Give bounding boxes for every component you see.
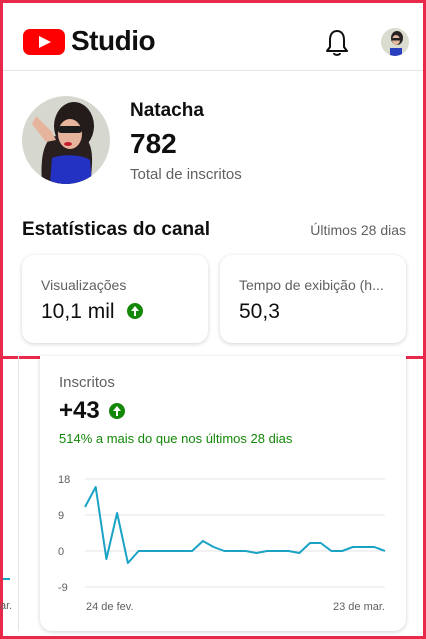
views-card[interactable]: Visualizações 10,1 mil (22, 255, 208, 343)
subscribers-comparison-note: 514% a mais do que nos últimos 28 dias (59, 431, 293, 446)
subscriber-label: Total de inscritos (130, 166, 242, 183)
y-tick-label: -9 (58, 582, 68, 594)
subscribers-trend-up-icon (109, 403, 125, 419)
notifications-bell-icon[interactable] (324, 28, 350, 58)
subscribers-label: Inscritos (59, 374, 115, 391)
previous-card-date: ar. (0, 600, 13, 612)
x-tick-label: 24 de fev. (86, 601, 134, 613)
subscriber-count: 782 (130, 128, 177, 159)
subscribers-value: +43 (59, 397, 100, 424)
watch-time-value: 50,3 (239, 300, 280, 323)
views-value: 10,1 mil (41, 300, 115, 323)
views-label: Visualizações (41, 277, 127, 293)
channel-avatar[interactable] (22, 96, 110, 184)
y-tick-label: 18 (58, 474, 70, 486)
youtube-logo-icon[interactable] (23, 29, 65, 55)
previous-card-line (3, 578, 10, 580)
stats-section-title: Estatísticas do canal (22, 219, 210, 240)
x-tick-label: 23 de mar. (333, 601, 385, 613)
studio-logo-text[interactable]: Studio (71, 25, 156, 57)
y-tick-label: 9 (58, 510, 64, 522)
views-trend-up-icon (127, 303, 143, 319)
stats-period: Últimos 28 dias (310, 222, 406, 238)
account-avatar[interactable] (381, 28, 409, 56)
app-header: Studio (3, 3, 423, 71)
previous-card-edge[interactable] (3, 356, 19, 631)
channel-name: Natacha (130, 100, 204, 121)
subscribers-line-chart: 18 9 0 -9 24 de fev. 23 de mar. (58, 474, 386, 613)
watch-time-card[interactable]: Tempo de exibição (h... 50,3 (220, 255, 406, 343)
y-tick-label: 0 (58, 546, 64, 558)
subscribers-series-line (84, 486, 386, 564)
watch-time-label: Tempo de exibição (h... (239, 277, 384, 293)
